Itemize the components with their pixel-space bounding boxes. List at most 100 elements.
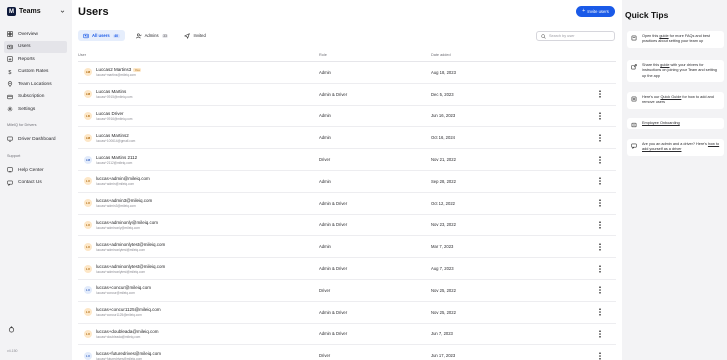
- tab-admins[interactable]: Admins 33: [131, 30, 174, 41]
- tab-all-users[interactable]: All users 40: [78, 30, 125, 41]
- user-role: Driver: [319, 287, 331, 293]
- user-role: Admin: [319, 135, 331, 141]
- table-body: LM Luccas2 Martins3 You luccas+martins@mile…: [78, 62, 616, 360]
- user-date-added: Oct 16, 2024: [431, 135, 455, 141]
- tab-invited[interactable]: Invited: [179, 30, 210, 41]
- sidebar-item-contact-us[interactable]: Contact Us: [4, 177, 67, 190]
- user-cell: LU luccas+admin@mileiq.com luccas+admin@mi…: [78, 176, 319, 186]
- tip-card[interactable]: Here's our Quick Guide for how to add an…: [627, 92, 724, 109]
- tip-link-guide[interactable]: guide: [659, 34, 668, 38]
- user-name: luccas+concur@mileiq.com: [96, 285, 151, 290]
- table-row[interactable]: LM Luccas2 Martins3 You luccas+martins@mile…: [78, 62, 616, 84]
- table-row[interactable]: LU luccas+adminonlytest@mileiq.com luccas+…: [78, 258, 616, 280]
- quick-tips-title: Quick Tips: [625, 10, 669, 20]
- column-header-date[interactable]: Date added: [431, 53, 591, 57]
- quick-tips-panel: Quick Tips Open this guide for more FAQs…: [622, 0, 727, 360]
- table-row[interactable]: LU luccas+adminonlytest@mileiq.com luccas+…: [78, 236, 616, 259]
- tab-label: Invited: [193, 33, 206, 38]
- share-icon: [631, 63, 637, 69]
- sidebar-item-users[interactable]: Users: [4, 40, 67, 53]
- tip-card[interactable]: Open this guide for more FAQs and best p…: [627, 31, 724, 48]
- chart-icon: [7, 56, 13, 62]
- column-header-role[interactable]: Role: [319, 53, 431, 57]
- more-options-icon[interactable]: [597, 155, 603, 164]
- theme-toggle-icon[interactable]: [8, 326, 15, 333]
- sidebar-item-reports[interactable]: Reports: [4, 53, 67, 66]
- more-options-icon[interactable]: [597, 330, 603, 338]
- more-options-icon[interactable]: [597, 264, 603, 273]
- avatar: LU: [84, 242, 92, 251]
- table-row[interactable]: LM Luccas Martins 2112 luccas+2112@mileiq.…: [78, 149, 616, 171]
- search-box[interactable]: [536, 31, 615, 41]
- more-options-icon[interactable]: [597, 308, 603, 316]
- tip-card[interactable]: Are you an admin and a driver? Here's ho…: [627, 139, 724, 156]
- avatar: LU: [84, 177, 92, 186]
- list-icon: [631, 96, 637, 101]
- sidebar-item-subscription[interactable]: Subscription: [4, 91, 67, 104]
- user-role: Admin & Driver: [319, 309, 348, 315]
- user-cell: LM Luccas Martins luccas+0915@mileiq.com: [78, 89, 319, 99]
- tab-count: 40: [112, 33, 120, 38]
- user-cell: LU luccas+concur@mileiq.com luccas+concur@…: [78, 285, 319, 295]
- table-row[interactable]: LU luccas+admin@mileiq.com luccas+admin@mi…: [78, 171, 616, 193]
- sidebar-item-help-center[interactable]: Help Center: [4, 164, 67, 177]
- tip-card[interactable]: Share this guide with your drivers for i…: [627, 60, 724, 82]
- more-options-icon[interactable]: [597, 352, 603, 360]
- more-options-icon[interactable]: [597, 221, 603, 229]
- user-name-text: Luccas Driver: [96, 110, 124, 116]
- tip-card[interactable]: Employee Onboarding: [627, 118, 724, 130]
- more-options-icon[interactable]: [597, 90, 603, 98]
- sidebar-item-settings[interactable]: Settings: [4, 103, 67, 116]
- user-email: luccas+2112@mileiq.com: [96, 160, 133, 165]
- section-label-drivers: MileIQ for Drivers: [7, 123, 37, 127]
- user-cell: LU luccas+futuredrives@mileiq.com luccas+f…: [78, 351, 319, 360]
- table-row[interactable]: LM Luccas Martins2 luccas+100614@gmail.com…: [78, 127, 616, 150]
- brand[interactable]: M Teams: [7, 7, 41, 16]
- table-row[interactable]: LD Luccas Driver luccas+0916@mileiq.com Adm…: [78, 106, 616, 128]
- main-nav: Overview Users Reports $ Custom Rates Te…: [4, 28, 67, 116]
- tip-link-employee-onboarding[interactable]: Employee Onboarding: [642, 121, 680, 125]
- table-row[interactable]: LU luccas+doubleada@mileiq.com luccas+doub…: [78, 324, 616, 346]
- table-row[interactable]: LU luccas+concur1125@mileiq.com luccas+con…: [78, 302, 616, 324]
- admin-icon: [135, 33, 142, 38]
- send-icon: [184, 32, 191, 39]
- table-row[interactable]: LU luccas+adminonly@mileiq.com luccas+admi…: [78, 215, 616, 237]
- more-options-icon[interactable]: [597, 199, 603, 207]
- sidebar-item-team-locations[interactable]: Team Locations: [4, 78, 67, 91]
- you-badge: You: [133, 67, 142, 72]
- sidebar-item-driver-dashboard[interactable]: Driver Dashboard: [4, 133, 67, 146]
- user-name-text: luccas+futuredrives@mileiq.com: [96, 350, 161, 356]
- user-name: Luccas Martins 2112: [96, 155, 137, 160]
- avatar: LM: [84, 90, 92, 99]
- invite-users-button[interactable]: + Invite users: [576, 6, 615, 17]
- user-role: Admin & Driver: [319, 91, 348, 97]
- sidebar-item-overview[interactable]: Overview: [4, 28, 67, 41]
- user-name: luccas+futuredrives@mileiq.com: [96, 351, 161, 356]
- user-cell: LM Luccas Martins 2112 luccas+2112@mileiq.…: [78, 155, 319, 165]
- more-options-icon[interactable]: [597, 286, 603, 294]
- more-options-icon[interactable]: [597, 112, 603, 120]
- chat-icon: [7, 180, 13, 186]
- chevron-down-icon[interactable]: [60, 9, 65, 14]
- tip-link-quick-guide[interactable]: Quick Guide: [660, 95, 681, 99]
- search-input[interactable]: [549, 34, 609, 38]
- user-role: Admin: [319, 178, 331, 184]
- more-options-icon[interactable]: [597, 243, 603, 251]
- user-info: luccas+admin@mileiq.com luccas+admin@mile…: [96, 176, 150, 186]
- more-options-icon[interactable]: [597, 177, 603, 185]
- user-info: Luccas2 Martins3 You luccas+martins@mileiq…: [96, 67, 142, 77]
- user-info: luccas+concur1125@mileiq.com luccas+concu…: [96, 307, 161, 317]
- pin-icon: [7, 81, 13, 88]
- user-name: luccas+adminonly@mileiq.com: [96, 220, 158, 225]
- user-name-text: luccas+adminonly@mileiq.com: [96, 219, 158, 225]
- more-options-icon[interactable]: [597, 134, 603, 142]
- column-header-user[interactable]: User: [78, 53, 319, 57]
- user-role: Admin & Driver: [319, 266, 348, 272]
- table-row[interactable]: LU luccas+admin3@mileiq.com luccas+admin3@…: [78, 193, 616, 215]
- sidebar-item-custom-rates[interactable]: $ Custom Rates: [4, 66, 67, 79]
- table-row[interactable]: LU luccas+concur@mileiq.com luccas+concur@…: [78, 280, 616, 302]
- table-row[interactable]: LM Luccas Martins luccas+0915@mileiq.com Ad…: [78, 84, 616, 106]
- user-email: luccas+100614@gmail.com: [96, 138, 136, 143]
- table-row[interactable]: LU luccas+futuredrives@mileiq.com luccas+f…: [78, 345, 616, 360]
- brand-logo: M: [7, 7, 16, 16]
